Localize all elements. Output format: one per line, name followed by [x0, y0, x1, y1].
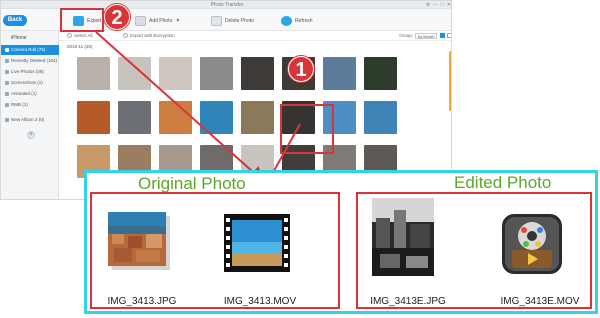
content-subbar: Select All Export with Encryption Group:… [59, 31, 451, 41]
file-name-label: IMG_3413E.JPG [370, 296, 446, 307]
album-icon [5, 118, 9, 122]
video-app-icon[interactable] [502, 214, 564, 274]
delete-photo-button[interactable]: Delete Photo [211, 14, 254, 28]
sidebar-item-label: New Album 2 (0) [11, 117, 45, 122]
photo-thumbnail[interactable] [118, 57, 151, 90]
close-icon[interactable]: ✕ [446, 2, 451, 8]
photo-thumbnail[interactable] [241, 101, 274, 134]
sidebar-item-label: Live Photos (38) [11, 69, 44, 74]
original-mov-thumbnail[interactable] [224, 214, 290, 272]
album-icon [5, 59, 9, 63]
add-album-button[interactable]: + [27, 131, 35, 139]
sidebar-item-animated[interactable]: Animated (1) [1, 89, 59, 99]
sidebar-item-camera-roll[interactable]: Camera Roll (75) [1, 45, 59, 55]
photo-thumbnail[interactable] [364, 101, 397, 134]
refresh-icon [281, 16, 292, 26]
sidebar-item-label: Camera Roll (75) [11, 47, 46, 52]
album-icon [5, 103, 9, 107]
add-photo-icon [135, 16, 146, 26]
photo-thumbnail[interactable] [159, 57, 192, 90]
album-icon [5, 81, 9, 85]
group-label: Group: [399, 33, 413, 38]
photo-thumbnail[interactable] [323, 57, 356, 90]
sidebar-item-new-album-2[interactable]: New Album 2 (0) [1, 115, 59, 125]
sidebar: iPhone Camera Roll (75) Recently Deleted… [1, 31, 59, 199]
photo-thumbnail[interactable] [159, 101, 192, 134]
select-all-checkbox[interactable]: Select All [67, 31, 93, 41]
chevron-down-icon[interactable]: ▼ [175, 14, 180, 28]
original-jpg-thumbnail[interactable] [108, 212, 172, 272]
album-icon [5, 70, 9, 74]
step-2-badge: 2 [104, 4, 130, 30]
add-photo-label: Add Photo [149, 18, 173, 24]
list-view-icon[interactable] [447, 33, 451, 38]
photo-thumbnail[interactable] [364, 57, 397, 90]
photo-thumbnail[interactable] [118, 101, 151, 134]
date-group-header[interactable]: 2018-11 (25) [59, 42, 92, 52]
edited-jpg-thumbnail[interactable] [372, 198, 436, 278]
sidebar-item-screenshots[interactable]: Screenshots (1) [1, 78, 59, 88]
file-name-label: IMG_3413.JPG [107, 296, 177, 307]
settings-icon[interactable]: ⚙ [425, 2, 431, 8]
minimize-icon[interactable]: — [432, 2, 438, 8]
step-1-badge: 1 [288, 56, 314, 82]
delete-photo-label: Delete Photo [225, 18, 254, 24]
photo-thumbnail[interactable] [241, 57, 274, 90]
export-highlight-box [60, 8, 104, 32]
back-button[interactable]: Back [3, 15, 27, 26]
export-encryption-label: Export with Encryption [130, 33, 175, 38]
add-photo-button[interactable]: Add Photo ▼ [135, 14, 180, 28]
sidebar-item-label: Screenshots (1) [11, 80, 43, 85]
file-name-label: IMG_3413E.MOV [500, 296, 580, 307]
trash-icon [211, 16, 222, 26]
sidebar-item-label: Recently Deleted (104) [11, 58, 58, 63]
edited-photo-heading: Edited Photo [454, 173, 552, 192]
checkbox-icon [67, 33, 72, 39]
device-name[interactable]: iPhone [1, 33, 59, 43]
group-select[interactable]: by Month [415, 33, 437, 39]
sidebar-item-label: Animated (1) [11, 91, 37, 96]
file-name-label: IMG_3413.MOV [223, 296, 297, 307]
lock-icon [123, 33, 128, 39]
photo-thumbnail[interactable] [200, 57, 233, 90]
grid-view-icon[interactable] [440, 33, 445, 38]
maximize-icon[interactable]: □ [439, 2, 445, 8]
refresh-button[interactable]: Refresh [281, 14, 313, 28]
refresh-label: Refresh [295, 18, 313, 24]
photo-thumbnail[interactable] [77, 101, 110, 134]
original-photo-heading: Original Photo [138, 174, 246, 193]
scrollbar[interactable] [449, 51, 451, 111]
photo-thumbnail[interactable] [77, 57, 110, 90]
sidebar-item-live-photos[interactable]: Live Photos (38) [1, 67, 59, 77]
sidebar-item-rmb[interactable]: RMB (1) [1, 100, 59, 110]
album-icon [5, 92, 9, 96]
album-icon [5, 48, 9, 52]
thumbnail-highlight-box [280, 104, 334, 154]
sidebar-item-label: RMB (1) [11, 102, 28, 107]
export-encryption-option[interactable]: Export with Encryption [123, 31, 175, 41]
sidebar-item-recently-deleted[interactable]: Recently Deleted (104) [1, 56, 59, 66]
photo-thumbnail[interactable] [200, 101, 233, 134]
select-all-label: Select All [74, 33, 93, 38]
